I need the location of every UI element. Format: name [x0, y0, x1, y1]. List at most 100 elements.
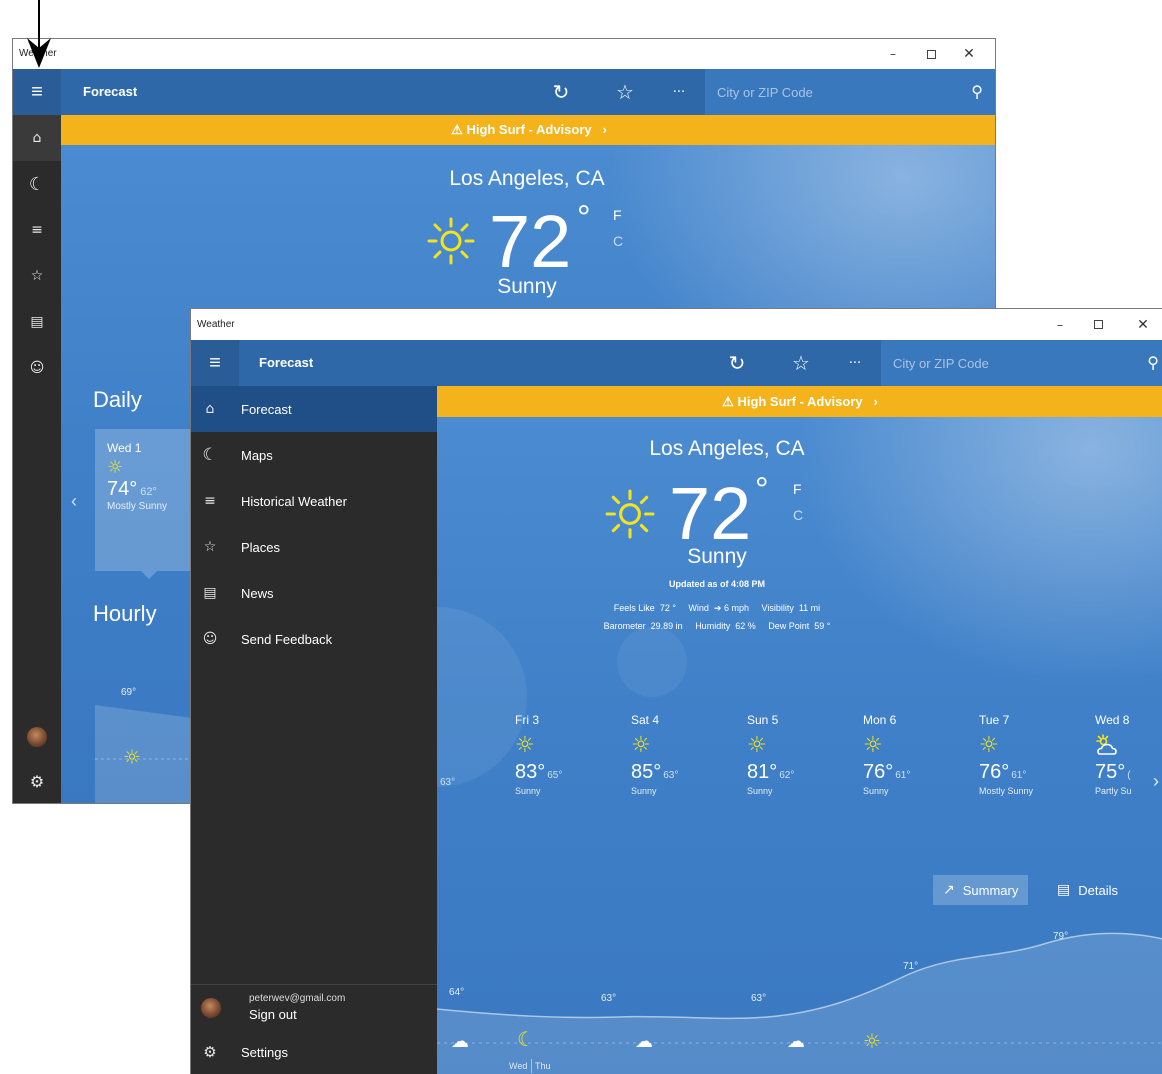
- rail-home-icon[interactable]: ⌂: [13, 115, 61, 161]
- search-input[interactable]: City or ZIP Code ⚲: [881, 340, 1162, 386]
- avatar: [201, 998, 221, 1018]
- partial-day-low: 63°: [440, 777, 456, 788]
- forecast-high: 75°: [1095, 761, 1126, 783]
- historical-icon: ≡: [204, 493, 216, 509]
- account-email: peterwev@gmail.com: [249, 993, 346, 1004]
- forecast-condition: Partly Su: [1095, 786, 1132, 796]
- unit-fahrenheit[interactable]: F: [613, 207, 622, 223]
- next-days-arrow[interactable]: ›: [1153, 771, 1159, 792]
- search-input[interactable]: City or ZIP Code ⚲: [705, 69, 995, 115]
- unit-celsius[interactable]: C: [793, 507, 803, 523]
- nav-item-news[interactable]: ▤ News: [191, 570, 437, 616]
- app-title: Forecast: [259, 355, 314, 370]
- rail-news-icon[interactable]: ▤: [13, 299, 61, 345]
- moon-icon: ☾: [517, 1027, 535, 1051]
- bg-bubble: [437, 607, 527, 787]
- details-line-1: Feels Like 72 ° Wind ➔ 6 mph Visibility …: [613, 603, 821, 613]
- close-icon[interactable]: ✕: [1128, 309, 1158, 340]
- nav-item-maps[interactable]: ☾ Maps: [191, 432, 437, 478]
- forecast-high: 83°: [515, 761, 546, 783]
- unit-fahrenheit[interactable]: F: [793, 481, 802, 497]
- advisory-text: ⚠ High Surf - Advisory ›: [722, 393, 878, 409]
- forecast-condition: Sunny: [747, 786, 773, 796]
- rail-feedback-icon[interactable]: ☺: [13, 345, 61, 391]
- sign-out-link[interactable]: Sign out: [249, 1007, 297, 1022]
- drawer-divider: [191, 984, 437, 985]
- hourly-day-label: Thu: [535, 1061, 551, 1071]
- rail-settings-icon[interactable]: ⚙: [13, 761, 61, 801]
- maximize-icon[interactable]: [913, 39, 949, 69]
- summary-toggle[interactable]: ↗ Summary: [933, 875, 1029, 905]
- cloudy-night-icon: ☁: [451, 1031, 469, 1052]
- settings-item[interactable]: ⚙ Settings: [191, 1032, 437, 1072]
- hamburger-menu-button[interactable]: ≡: [191, 340, 239, 386]
- search-icon[interactable]: ⚲: [971, 82, 983, 102]
- front-forecast-panel: Los Angeles, CA 72 ° F C Sunny Updated a…: [437, 417, 1162, 1074]
- forecast-day-name: Sat 4: [631, 713, 660, 727]
- front-app-bar: ≡ Forecast ↻ ☆ ··· City or ZIP Code ⚲: [191, 340, 1162, 386]
- daily-card-content: Wed 1 ☼ 74° 62° Mostly Sunny: [107, 441, 167, 512]
- hourly-sun-icon: ☼: [123, 745, 141, 769]
- rail-avatar[interactable]: [27, 727, 47, 747]
- forecast-day-card[interactable]: Fri 3 ☼ 83° 65° Sunny: [515, 713, 615, 796]
- daily-card-day: Wed 1: [107, 441, 142, 455]
- hourly-temp: 71°: [903, 961, 919, 972]
- unit-celsius[interactable]: C: [613, 233, 623, 249]
- rail-historical-icon[interactable]: ≡: [13, 207, 61, 253]
- more-options-icon[interactable]: ···: [841, 348, 869, 378]
- back-title-bar: Weather – ✕: [13, 39, 995, 69]
- minimize-icon[interactable]: –: [875, 39, 911, 69]
- degree-symbol: °: [755, 471, 769, 509]
- forecast-condition: Sunny: [515, 786, 541, 796]
- current-condition: Sunny: [687, 545, 747, 568]
- advisory-banner[interactable]: ⚠ High Surf - Advisory ›: [61, 115, 995, 145]
- forecast-high: 76°: [979, 761, 1010, 783]
- current-sun-icon: [427, 217, 475, 265]
- nav-item-send-feedback[interactable]: ☺ Send Feedback: [191, 616, 437, 662]
- details-label: Details: [1078, 882, 1118, 898]
- settings-label: Settings: [241, 1044, 288, 1060]
- account-entry[interactable]: peterwev@gmail.com Sign out: [191, 986, 437, 1030]
- close-icon[interactable]: ✕: [951, 39, 987, 69]
- forecast-day-card[interactable]: Sat 4 ☼ 85° 63° Sunny: [631, 713, 731, 796]
- hamburger-menu-button[interactable]: ≡: [13, 69, 61, 115]
- forecast-day-card[interactable]: Sun 5 ☼ 81° 62° Sunny: [747, 713, 847, 796]
- forecast-day-card[interactable]: Mon 6 ☼ 76° 61° Sunny: [863, 713, 963, 796]
- more-options-icon[interactable]: ···: [665, 77, 693, 107]
- search-icon[interactable]: ⚲: [1147, 353, 1159, 373]
- minimize-icon[interactable]: –: [1042, 309, 1078, 340]
- bg-bubble: [617, 627, 687, 697]
- sun-icon: ☼: [979, 733, 999, 758]
- nav-item-forecast[interactable]: ⌂ Forecast: [191, 386, 437, 432]
- forecast-day-card[interactable]: Wed 8 75°( Partly Su: [1095, 713, 1155, 796]
- screenshot-stage: Weather – ✕ ≡ Forecast ↻ ☆ ··· City or Z…: [0, 0, 1162, 1074]
- details-list-icon: ▤: [1057, 882, 1071, 898]
- hourly-temp: 64°: [449, 987, 465, 998]
- places-icon: ☆: [203, 539, 217, 555]
- refresh-icon[interactable]: ↻: [545, 77, 577, 107]
- advisory-text: ⚠ High Surf - Advisory ›: [451, 122, 607, 137]
- previous-days-arrow[interactable]: ‹: [71, 491, 77, 512]
- forecast-low: 61°: [1011, 770, 1027, 781]
- maximize-icon[interactable]: [1080, 309, 1116, 340]
- updated-time: Updated as of 4:08 PM: [668, 579, 766, 589]
- nav-drawer: ⌂ Forecast ☾ Maps ≡ Historical Weather ☆…: [191, 386, 437, 1074]
- day-separator: [531, 1059, 532, 1073]
- nav-item-label: News: [241, 585, 274, 601]
- favorite-star-icon[interactable]: ☆: [785, 348, 817, 378]
- nav-item-label: Historical Weather: [241, 493, 347, 509]
- advisory-banner[interactable]: ⚠ High Surf - Advisory ›: [437, 386, 1162, 417]
- sun-icon: ☼: [863, 733, 883, 758]
- chart-icon: ↗: [943, 882, 955, 898]
- refresh-icon[interactable]: ↻: [721, 348, 753, 378]
- forecast-low: 62°: [779, 770, 795, 781]
- rail-maps-icon[interactable]: ☾: [13, 161, 61, 207]
- favorite-star-icon[interactable]: ☆: [609, 77, 641, 107]
- nav-item-places[interactable]: ☆ Places: [191, 524, 437, 570]
- forecast-day-card[interactable]: Tue 7 ☼ 76° 61° Mostly Sunny: [979, 713, 1079, 796]
- front-weather-window: Weather – ✕ ≡ Forecast ↻ ☆ ··· City or Z…: [190, 308, 1162, 1074]
- rail-places-icon[interactable]: ☆: [13, 253, 61, 299]
- nav-item-historical-weather[interactable]: ≡ Historical Weather: [191, 478, 437, 524]
- city-name: Los Angeles, CA: [449, 167, 605, 190]
- details-toggle[interactable]: ▤ Details: [1047, 875, 1128, 905]
